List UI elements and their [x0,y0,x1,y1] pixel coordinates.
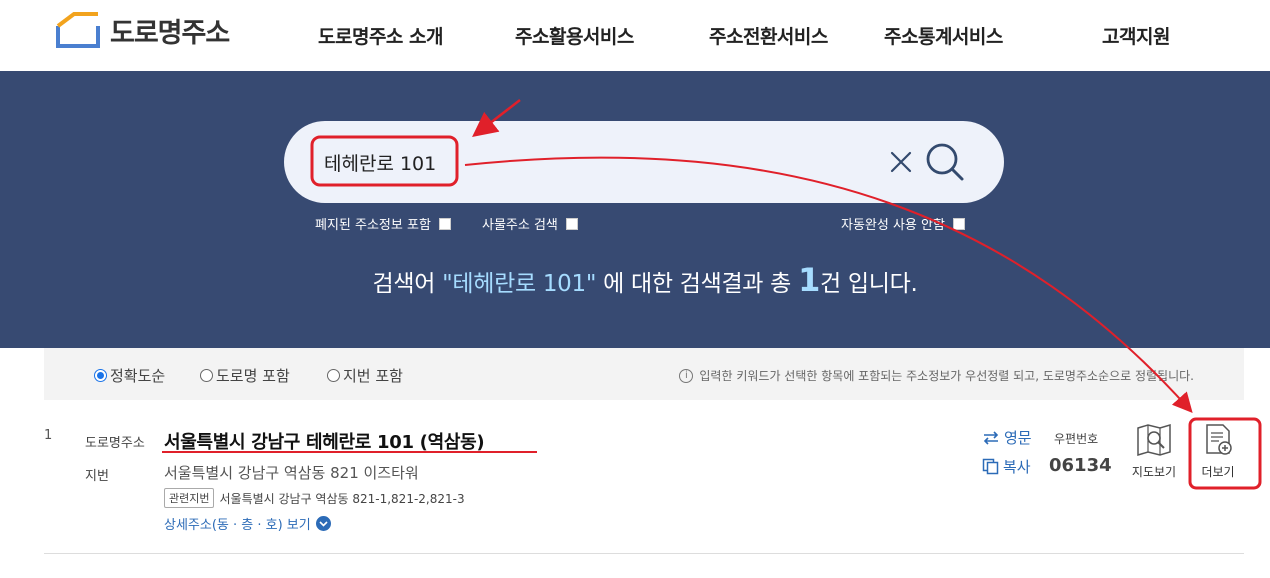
summary-count: 1 [798,261,821,299]
result-index: 1 [44,428,53,443]
radio-icon [327,369,340,382]
sort-note-text: 입력한 키워드가 선택한 항목에 포함되는 주소정보가 우선정렬 되고, 도로명… [699,369,1194,383]
search-input[interactable] [324,147,844,177]
detail-address-label: 상세주소(동 · 층 · 호) 보기 [164,518,311,533]
nav-conversion-service[interactable]: 주소전환서비스 [709,22,828,49]
sort-note: i 입력한 키워드가 선택한 항목에 포함되는 주소정보가 우선정렬 되고, 도… [679,367,1194,384]
sort-jibun[interactable]: 지번 포함 [327,365,403,386]
sort-bar: 정확도순 도로명 포함 지번 포함 i 입력한 키워드가 선택한 항목에 포함되… [44,348,1244,400]
zip-code-label: 우편번호 [1054,432,1099,446]
copy-icon [982,458,999,475]
search-icon [926,143,964,181]
summary-prefix: 검색어 [372,271,436,297]
info-icon: i [679,368,694,383]
more-label: 더보기 [1201,465,1235,479]
house-logo-icon [54,10,102,50]
option-include-abolished-label: 폐지된 주소정보 포함 [315,218,431,233]
radio-selected-icon [94,369,107,382]
document-plus-icon [1206,424,1232,455]
close-icon [890,151,912,173]
road-address: 서울특별시 강남구 테헤란로 101 (역삼동) [164,432,485,453]
nav-intro[interactable]: 도로명주소 소개 [318,22,443,49]
summary-middle: 에 대한 검색결과 총 [603,271,792,297]
more-button[interactable]: 더보기 [1190,423,1246,480]
road-address-label: 도로명주소 [85,436,145,451]
map-icon [1137,423,1171,457]
zip-code: 06134 [1049,455,1112,476]
autocomplete-off-checkbox[interactable] [952,217,965,230]
map-view-label: 지도보기 [1131,465,1177,479]
logo-text: 도로명주소 [110,17,230,49]
sort-road-name-label: 도로명 포함 [216,367,290,385]
summary-suffix: 건 입니다. [820,271,918,297]
sort-accuracy[interactable]: 정확도순 [94,365,165,386]
search-section: 폐지된 주소정보 포함 사물주소 검색 자동완성 사용 안함 검색어 "테헤란로… [0,71,1270,348]
option-autocomplete-off: 자동완성 사용 안함 [841,214,965,233]
english-label: 영문 [1004,429,1032,447]
copy-label: 복사 [1003,458,1031,476]
search-box [284,121,1004,203]
option-building-search-label: 사물주소 검색 [482,218,558,233]
summary-term: "테헤란로 101" [442,271,597,297]
sort-road-name[interactable]: 도로명 포함 [200,365,290,386]
jibun-label: 지번 [85,469,109,484]
option-include-abolished: 폐지된 주소정보 포함 [315,214,451,233]
result-divider [44,553,1244,554]
copy-button[interactable]: 복사 [982,456,1031,477]
option-autocomplete-off-label: 자동완성 사용 안함 [841,218,945,233]
nav-usage-service[interactable]: 주소활용서비스 [515,22,634,49]
building-search-checkbox[interactable] [565,217,578,230]
related-jibun: 관련지번 서울특별시 강남구 역삼동 821-1,821-2,821-3 [164,488,465,508]
include-abolished-checkbox[interactable] [438,217,451,230]
detail-address-link[interactable]: 상세주소(동 · 층 · 호) 보기 [164,514,331,533]
nav-statistics-service[interactable]: 주소통계서비스 [884,22,1003,49]
sort-accuracy-label: 정확도순 [110,367,166,385]
related-jibun-tag: 관련지번 [164,488,215,508]
site-header: 도로명주소 도로명주소 소개 주소활용서비스 주소전환서비스 주소통계서비스 고… [0,0,1270,71]
english-address-button[interactable]: 영문 [982,427,1032,448]
jibun-address: 서울특별시 강남구 역삼동 821 이즈타워 [164,464,419,482]
map-view-button[interactable]: 지도보기 [1126,423,1182,480]
swap-icon [983,430,999,445]
result-summary: 검색어 "테헤란로 101" 에 대한 검색결과 총 1건 입니다. [0,261,1270,299]
option-building-search: 사물주소 검색 [482,214,578,233]
search-button[interactable] [924,141,966,183]
radio-icon [200,369,213,382]
nav-customer-support[interactable]: 고객지원 [1102,22,1170,49]
clear-search-button[interactable] [886,147,916,177]
chevron-down-icon [315,516,331,531]
sort-jibun-label: 지번 포함 [343,367,403,385]
related-jibun-text: 서울특별시 강남구 역삼동 821-1,821-2,821-3 [219,491,465,506]
site-logo[interactable]: 도로명주소 [54,10,230,50]
